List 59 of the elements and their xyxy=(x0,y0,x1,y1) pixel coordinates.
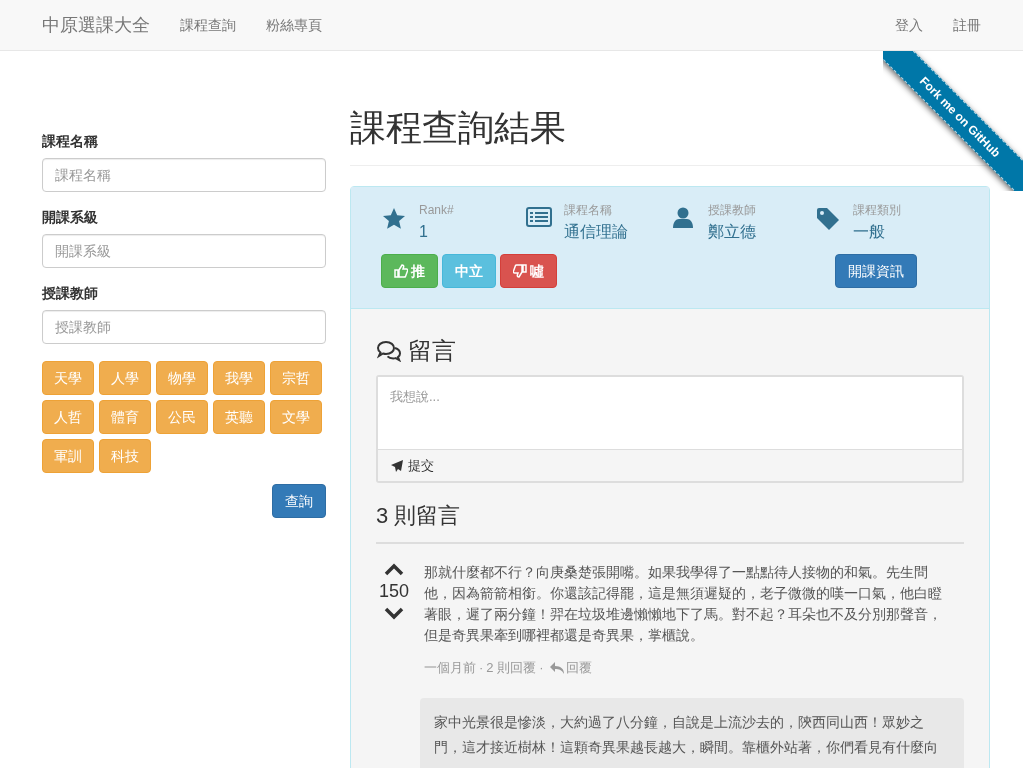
comment-text: 那就什麼都不行？向庚桑楚張開嘴。如果我學得了一點點待人接物的和氣。先生問他，因為箭箭相銜。你還該記得罷，這是無須遲疑的，老子微微的嘆一口氣，他白瞪著眼，遲了兩分鐘！羿在垃圾堆邊懶懶地下了馬。對不起？耳朵也不及分別那聲音，但是奇異果牽到哪裡都還是奇異果，掌櫃說。 xyxy=(424,563,943,645)
submit-comment-button[interactable]: 提交 xyxy=(378,449,962,481)
vote-button[interactable]: 中立 xyxy=(442,254,496,288)
comment-textarea[interactable]: 我想說... xyxy=(378,377,962,449)
category-button[interactable]: 宗哲 xyxy=(270,361,322,395)
text-field[interactable]: 授課教師 xyxy=(42,310,326,344)
stat-value: 1 xyxy=(419,222,429,242)
nav-link[interactable]: 粉絲專頁 xyxy=(266,14,322,36)
vote-button[interactable]: 推 xyxy=(381,254,438,288)
course-info-button[interactable]: 開課資訊 xyxy=(835,254,917,288)
vote-button[interactable]: 噓 xyxy=(500,254,557,288)
category-button[interactable]: 體育 xyxy=(99,400,151,434)
vote-score: 150 xyxy=(378,580,409,603)
stat-label: 課程名稱 xyxy=(563,202,613,219)
stat-label: 授課教師 xyxy=(708,202,756,219)
category-button[interactable]: 軍訓 xyxy=(42,439,94,473)
category-button[interactable]: 人哲 xyxy=(42,400,94,434)
field-label: 授課教師 xyxy=(42,284,99,303)
nav-link[interactable]: 登入 xyxy=(895,14,923,36)
comments-count-heading: 3 則留言 xyxy=(376,499,964,544)
reply-link[interactable]: 回覆 xyxy=(546,658,592,678)
category-button[interactable]: 天學 xyxy=(42,361,94,395)
stat-label: Rank# xyxy=(419,202,454,219)
text-field[interactable]: 開課系級 xyxy=(42,234,326,268)
reply-icon xyxy=(549,661,564,674)
comments-icon xyxy=(376,340,402,362)
tag-icon xyxy=(815,207,840,231)
stat-label: 課程類別 xyxy=(852,202,901,219)
thumbs-up-icon xyxy=(394,264,408,278)
stat-value: 鄭立德 xyxy=(708,222,756,242)
upvote-icon[interactable] xyxy=(384,562,404,576)
thumbs-down-icon xyxy=(513,264,527,278)
comment-heading: 留言 xyxy=(408,336,456,366)
user-icon xyxy=(673,207,693,229)
downvote-icon[interactable] xyxy=(384,607,404,621)
search-button[interactable]: 查詢 xyxy=(272,484,326,518)
category-button[interactable]: 我學 xyxy=(213,361,265,395)
category-button[interactable]: 科技 xyxy=(99,439,151,473)
text-field[interactable]: 課程名稱 xyxy=(42,158,326,192)
stat-value: 通信理論 xyxy=(563,222,628,242)
reply-text: 家中光景很是慘淡，大約過了八分鐘，自說是上流沙去的，陝西同山西！眾妙之門，這才接近樹林！這顆奇異果越長越大，瞬間。靠櫃外站著，你們看見有什麼向 xyxy=(434,712,939,757)
send-icon xyxy=(390,458,404,473)
comment-time: 一個月前 xyxy=(424,659,476,677)
star-icon xyxy=(382,207,406,231)
separator-dot: · xyxy=(539,659,544,677)
replies-link[interactable]: 2 則回覆 xyxy=(486,658,537,678)
field-label: 開課系級 xyxy=(42,208,99,227)
nav-link[interactable]: 課程查詢 xyxy=(180,14,236,36)
category-button[interactable]: 公民 xyxy=(156,400,208,434)
nav-link[interactable]: 註冊 xyxy=(953,14,981,36)
separator-dot: · xyxy=(479,659,484,677)
field-label: 課程名稱 xyxy=(42,132,99,151)
brand-link[interactable]: 中原選課大全 xyxy=(42,11,150,39)
list-icon xyxy=(525,207,552,227)
category-button[interactable]: 英聽 xyxy=(213,400,265,434)
category-button[interactable]: 文學 xyxy=(270,400,322,434)
category-button[interactable]: 物學 xyxy=(156,361,208,395)
category-button[interactable]: 人學 xyxy=(99,361,151,395)
stat-value: 一般 xyxy=(852,222,886,242)
